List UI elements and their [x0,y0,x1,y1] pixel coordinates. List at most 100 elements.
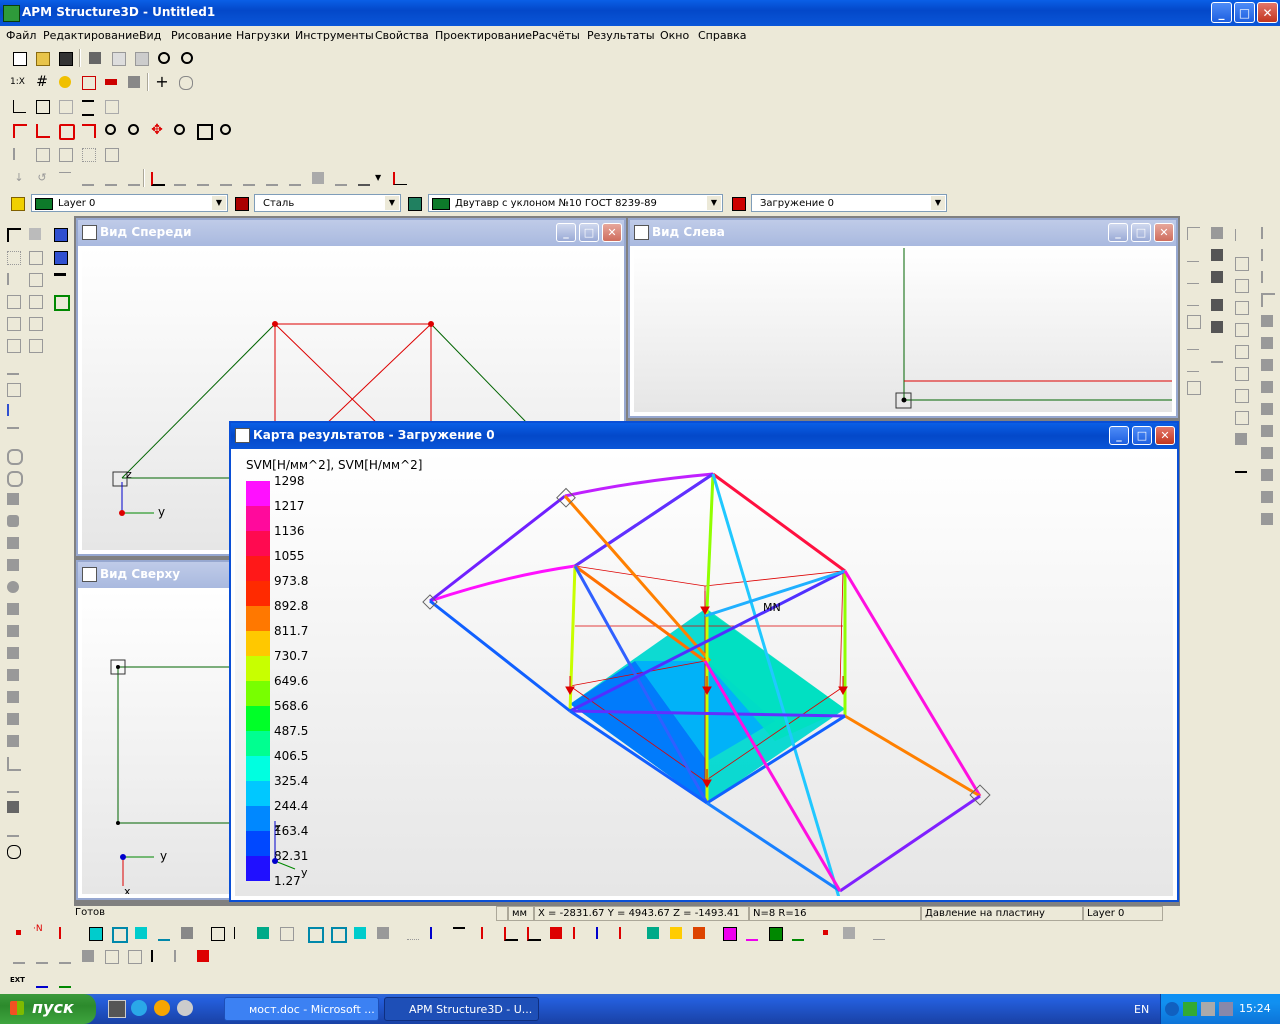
select-arrow-icon[interactable] [4,225,22,243]
load-7-icon[interactable] [309,169,327,187]
layers-2-icon[interactable] [667,924,685,942]
section-icon[interactable] [79,97,97,116]
menu-help[interactable]: Справка [698,29,746,42]
pointer-red-icon[interactable] [79,73,97,91]
menu-results[interactable]: Результаты [587,29,655,42]
right-tool-13-icon[interactable] [1208,318,1226,336]
layers-icon[interactable] [8,194,26,212]
node-red-2-icon[interactable] [33,121,51,139]
bottom-tool-3-icon[interactable] [56,947,74,965]
section-combo[interactable]: Двутавр с уклоном №10 ГОСТ 8239-89 ▼ [428,194,723,212]
load-8-icon[interactable] [332,169,350,187]
zoom-in-icon[interactable] [102,121,120,139]
load-1-icon[interactable] [171,169,189,187]
element-grey-4-icon[interactable] [79,145,97,163]
zero-icon[interactable] [870,924,888,942]
load-result-6-icon[interactable] [593,924,611,942]
menu-loads[interactable]: Нагрузки [236,29,290,42]
tool-grey-7-icon[interactable] [4,314,22,332]
loadcase-combo[interactable]: Загружение 0 ▼ [751,194,947,212]
shape-16-icon[interactable] [4,820,22,838]
right-tool-6-icon[interactable] [1184,334,1202,352]
scale-1x-button[interactable]: 1:X [10,73,28,91]
tool-grey-2-icon[interactable] [26,248,44,266]
tool-grey-4-icon[interactable] [26,270,44,288]
shape-10-icon[interactable] [4,688,22,706]
right-tool-25-icon[interactable] [1258,224,1276,242]
right-tool-21-icon[interactable] [1232,364,1250,382]
menu-design[interactable]: Проектирование [435,29,532,42]
chevron-down-icon[interactable]: ▼ [385,196,399,210]
pan-icon[interactable]: ✥ [148,121,166,139]
shape-8-icon[interactable] [4,644,22,662]
wave-blue-icon[interactable] [33,971,51,989]
element-grey-3-icon[interactable] [56,145,74,163]
right-tool-34-icon[interactable] [1258,422,1276,440]
view-cyan-2-icon[interactable] [109,924,128,943]
tool-grey-5-icon[interactable] [4,292,22,310]
bottom-tool-1-icon[interactable] [10,947,28,965]
ext-button[interactable]: EXT [10,971,28,989]
grid-icon[interactable]: # [33,73,51,91]
minimize-button[interactable]: _ [1109,426,1129,445]
snap-icon[interactable] [56,73,74,91]
maximize-button[interactable]: □ [1234,2,1255,23]
element-grey-5-icon[interactable] [102,145,120,163]
chevron-down-icon[interactable]: ▼ [931,196,945,210]
menu-properties[interactable]: Свойства [375,29,429,42]
right-tool-31-icon[interactable] [1258,356,1276,374]
tool-grey-9-icon[interactable] [4,336,22,354]
render-3-icon[interactable] [254,924,272,942]
undo-icon[interactable] [155,49,173,67]
shape-3-icon[interactable] [4,534,22,552]
tool-grey-11-icon[interactable] [4,358,22,376]
element-grey-1-icon[interactable] [10,145,28,163]
bottom-tool-4-icon[interactable] [79,947,97,965]
cube-4-icon[interactable] [374,924,392,942]
tray-network-icon[interactable] [1183,1002,1197,1016]
bottom-tool-6-icon[interactable] [125,947,143,965]
open-folder-icon[interactable] [33,49,51,67]
right-tool-36-icon[interactable] [1258,466,1276,484]
tool-grey-6-icon[interactable] [26,292,44,310]
minimize-button[interactable]: _ [1108,223,1128,242]
chevron-down-icon[interactable]: ▼ [212,196,226,210]
right-tool-23-icon[interactable] [1232,408,1250,426]
material-combo[interactable]: Сталь ▼ [254,194,401,212]
right-tool-22-icon[interactable] [1232,386,1250,404]
wave-green-icon[interactable] [56,971,74,989]
window-results-map[interactable]: Карта результатов - Загружение 0 _ □ ✕ S… [229,421,1179,902]
right-tool-19-icon[interactable] [1232,320,1250,338]
section-select-icon[interactable] [405,194,423,212]
support-3-icon[interactable] [56,169,74,187]
tool-grey-8-icon[interactable] [26,314,44,332]
right-tool-5-icon[interactable] [1184,312,1202,330]
support-1-icon[interactable]: ↓ [10,169,28,187]
close-button[interactable]: ✕ [602,223,622,242]
right-tool-3-icon[interactable] [1184,268,1202,286]
plate-icon[interactable] [26,225,44,243]
axes-icon[interactable] [10,97,28,115]
layers-3-icon[interactable] [690,924,708,942]
right-tool-10-icon[interactable] [1208,246,1226,264]
right-tool-2-icon[interactable] [1184,246,1202,264]
support-6-icon[interactable] [125,169,143,187]
tool-grey-10-icon[interactable] [26,336,44,354]
load-6-icon[interactable] [286,169,304,187]
close-button[interactable]: ✕ [1257,2,1278,23]
load-bars-icon[interactable] [390,169,408,187]
task-word[interactable]: мост.doc - Microsoft ... [224,997,379,1021]
right-tool-33-icon[interactable] [1258,400,1276,418]
right-tool-29-icon[interactable] [1258,312,1276,330]
node-red-1-icon[interactable] [10,121,28,139]
right-tool-15-icon[interactable] [1232,226,1250,244]
menu-view[interactable]: Вид [139,29,161,42]
node-small-icon[interactable] [10,924,28,942]
right-tool-24-icon[interactable] [1232,430,1250,448]
node-red-4-icon[interactable] [79,121,97,139]
quicklaunch-media-icon[interactable] [154,1000,170,1016]
shape-2-icon[interactable] [4,512,22,530]
right-tool-9-icon[interactable] [1208,224,1226,242]
viewport-results[interactable]: SVM[Н/мм^2], SVM[Н/мм^2] 1298 1217 1136 105… [235,451,1173,896]
view-flat-icon[interactable] [155,924,173,942]
